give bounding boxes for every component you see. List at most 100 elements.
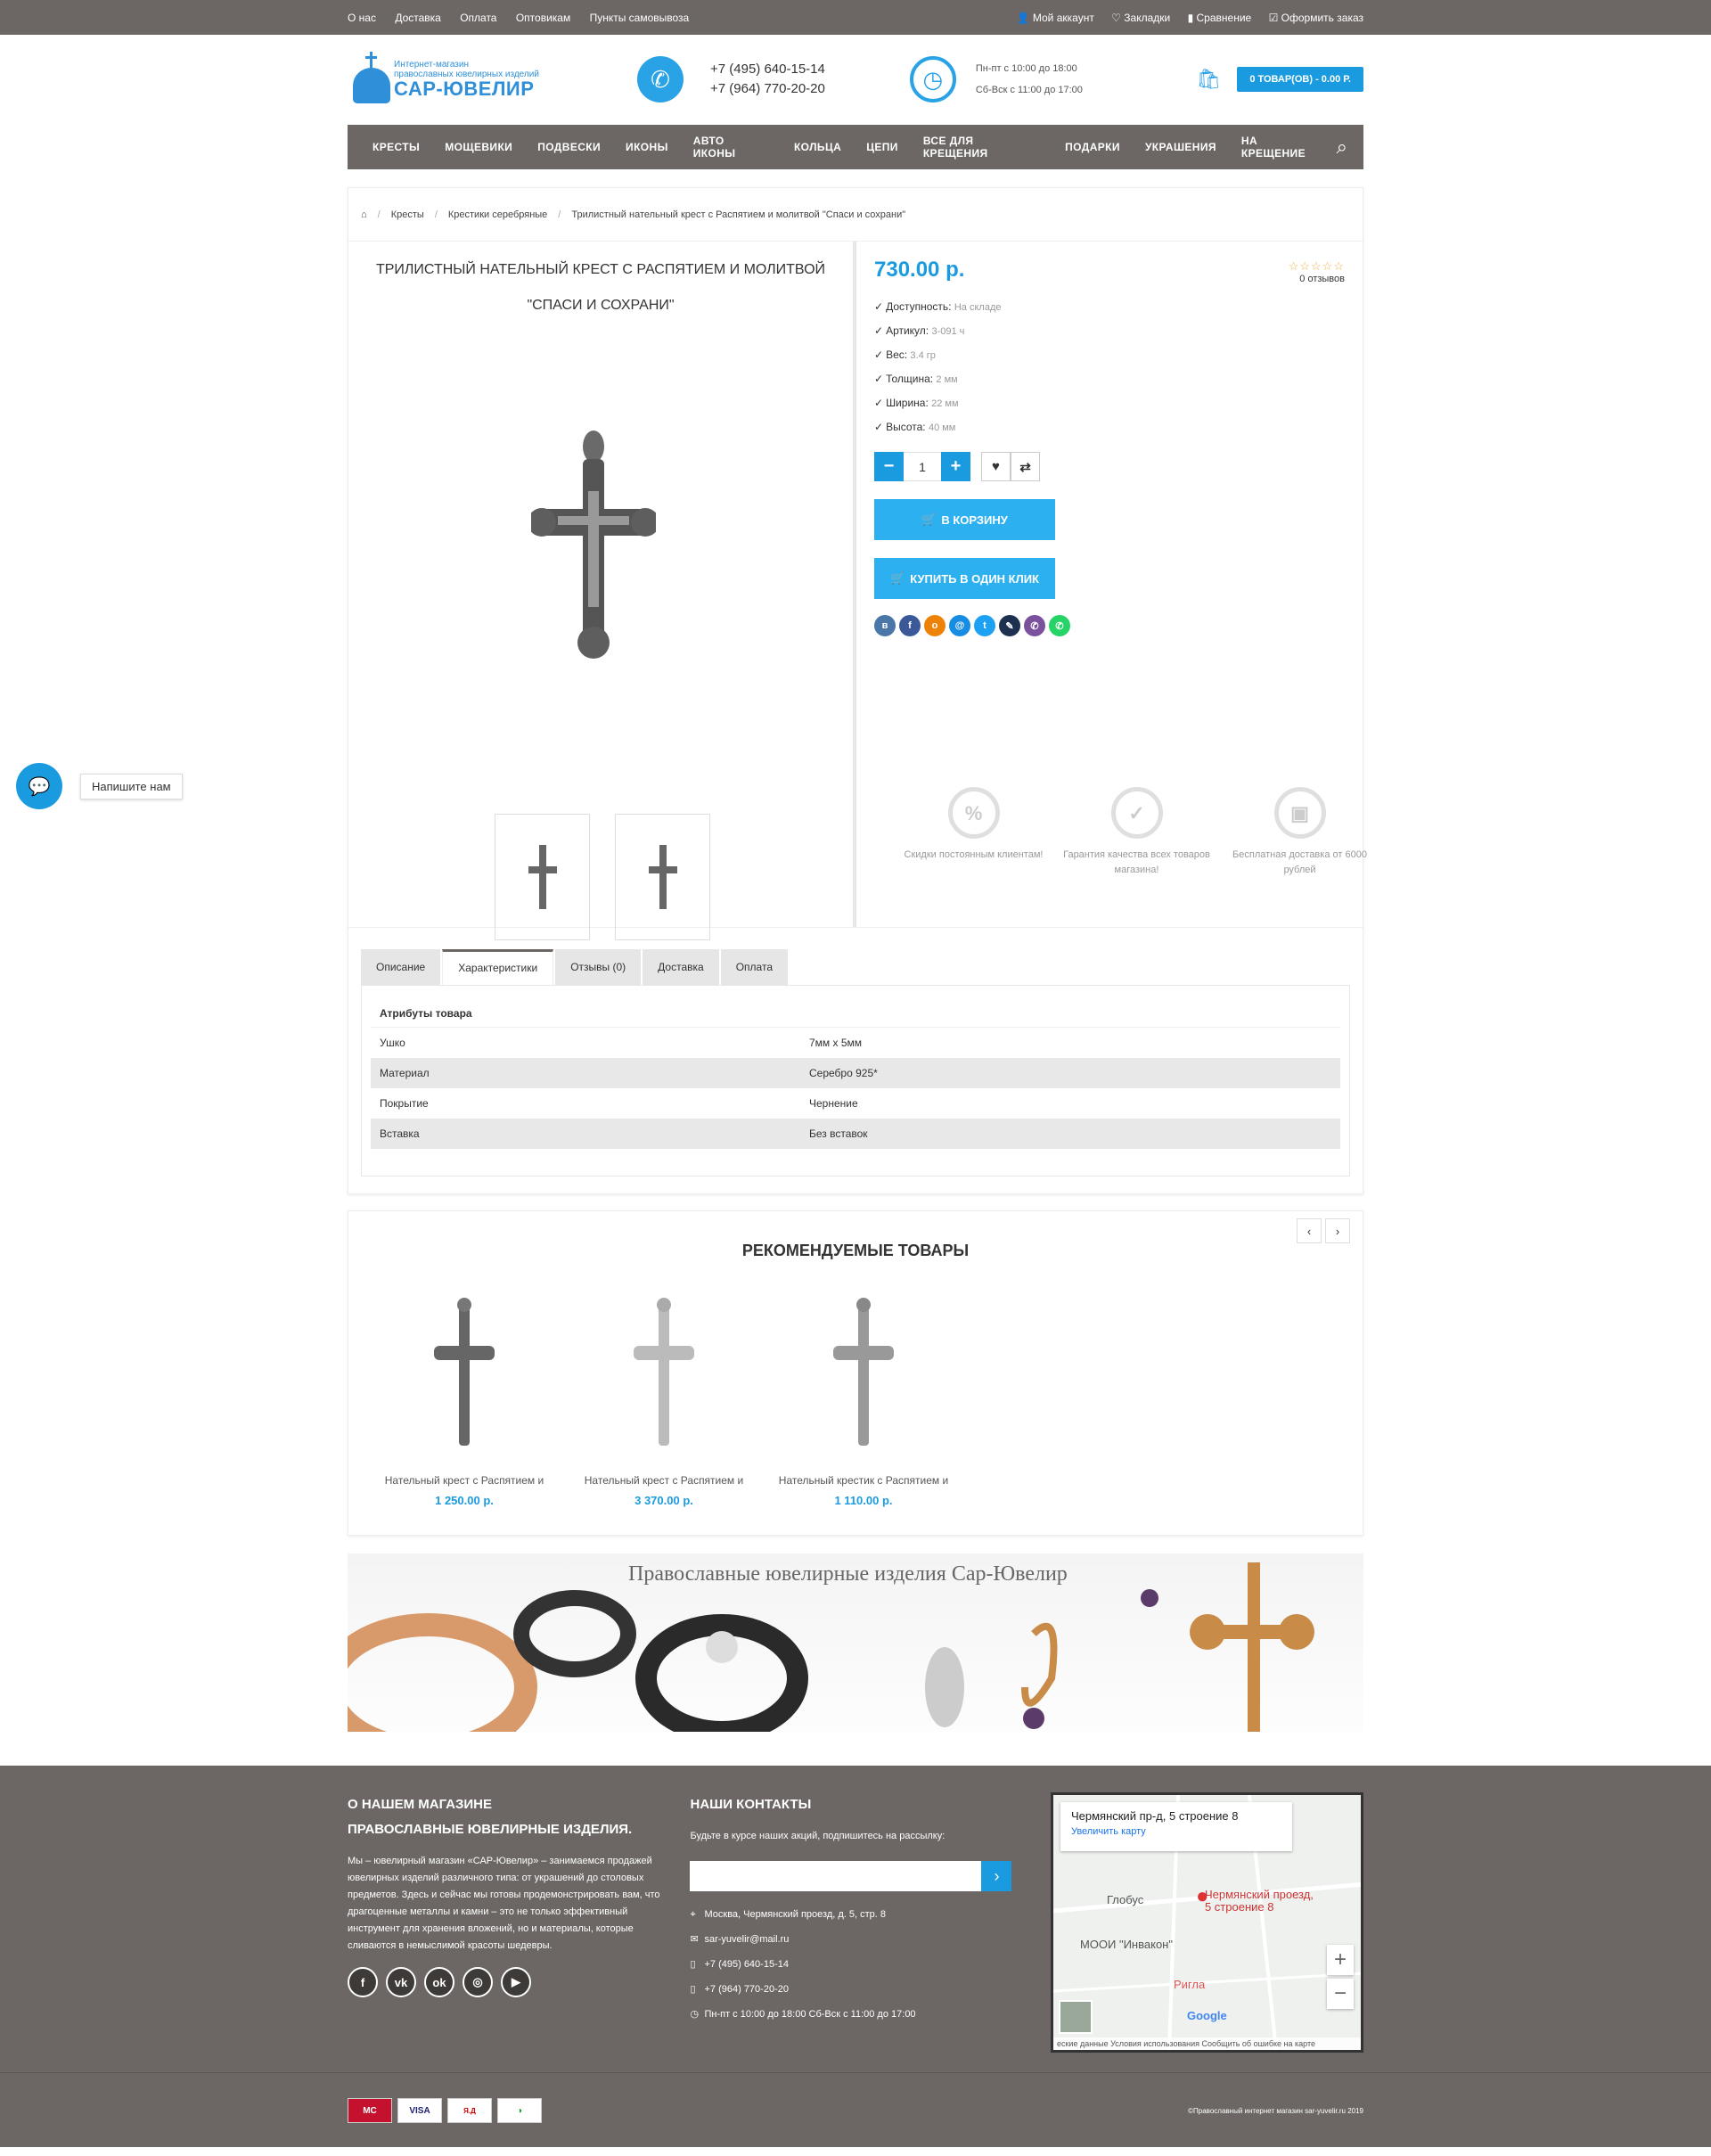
mailru-icon[interactable]: @ bbox=[949, 615, 970, 636]
livejournal-icon[interactable]: ✎ bbox=[999, 615, 1020, 636]
search-icon[interactable]: ⌕ bbox=[1337, 135, 1347, 159]
chevron-right-icon[interactable]: › bbox=[1325, 1218, 1350, 1243]
star-rating-icon[interactable]: ☆☆☆☆☆ bbox=[1289, 259, 1345, 274]
product-card-name[interactable]: Нательный крестик с Распятием и bbox=[774, 1474, 953, 1487]
vk-icon[interactable]: в bbox=[874, 615, 896, 636]
breadcrumb-crosses[interactable]: Кресты bbox=[391, 209, 424, 220]
promo-banner[interactable]: Православные ювелирные изделия Сар-Ювели… bbox=[348, 1553, 1363, 1732]
product-card[interactable]: Нательный крест с Распятием и 3 370.00 р… bbox=[575, 1285, 753, 1507]
vk-icon[interactable]: vk bbox=[386, 1967, 416, 1997]
logo[interactable]: Интернет-магазин православных ювелирных … bbox=[348, 52, 615, 107]
breadcrumb-silver-crosses[interactable]: Крестики серебряные bbox=[448, 209, 547, 220]
chat-label[interactable]: Напишите нам bbox=[80, 773, 183, 799]
newsletter-submit-button[interactable]: › bbox=[981, 1861, 1012, 1891]
tab-characteristics[interactable]: Характеристики bbox=[442, 949, 554, 985]
tab-delivery[interactable]: Доставка bbox=[643, 949, 719, 985]
menu-item-gifts[interactable]: ПОДАРКИ bbox=[1065, 141, 1120, 153]
account-link[interactable]: 👤 Мой аккаунт bbox=[1017, 12, 1094, 24]
top-link-about[interactable]: О нас bbox=[348, 12, 376, 24]
product-image[interactable] bbox=[531, 429, 656, 660]
buy-one-click-button[interactable]: 🛒 КУПИТЬ В ОДИН КЛИК bbox=[874, 558, 1055, 599]
product-card-name[interactable]: Нательный крест с Распятием и bbox=[575, 1474, 753, 1487]
product-specs: ✓ Доступность: На складе ✓ Артикул: 3-091 … bbox=[874, 295, 1345, 439]
cart-button[interactable]: 0 ТОВАР(ОВ) - 0.00 Р. bbox=[1237, 67, 1363, 92]
breadcrumb-current: Трилистный нательный крест с Распятием и… bbox=[571, 209, 906, 220]
footer-about-subheading: ПРАВОСЛАВНЫЕ ЮВЕЛИРНЫЕ ИЗДЕЛИЯ. bbox=[348, 1822, 633, 1837]
product-title: ТРИЛИСТНЫЙ НАТЕЛЬНЫЙ КРЕСТ С РАСПЯТИЕМ И… bbox=[375, 262, 826, 313]
thumbnail-2[interactable] bbox=[615, 814, 710, 940]
menu-item-baptism[interactable]: ВСЕ ДЛЯ КРЕЩЕНИЯ bbox=[923, 135, 1040, 160]
compare-link[interactable]: ▮ Сравнение bbox=[1188, 12, 1252, 24]
satellite-toggle[interactable] bbox=[1058, 2000, 1093, 2034]
product-card[interactable]: Нательный крестик с Распятием и 1 110.00… bbox=[774, 1285, 953, 1507]
tab-payment[interactable]: Оплата bbox=[720, 949, 788, 985]
mobile-icon: ▯ bbox=[690, 1959, 696, 1970]
spec-availability: ✓ Доступность: На складе bbox=[874, 300, 1002, 313]
menu-item-rings[interactable]: КОЛЬЦА bbox=[794, 141, 841, 153]
tab-reviews[interactable]: Отзывы (0) bbox=[555, 949, 642, 985]
qty-minus-button[interactable]: − bbox=[874, 452, 904, 481]
add-to-cart-button[interactable]: 🛒 В КОРЗИНУ bbox=[874, 499, 1055, 540]
odnoklassniki-icon[interactable]: ok bbox=[424, 1967, 454, 1997]
wishlist-button[interactable]: ♥ bbox=[981, 452, 1011, 481]
home-icon[interactable]: ⌂ bbox=[361, 209, 367, 220]
menu-item-crosses[interactable]: КРЕСТЫ bbox=[372, 141, 420, 153]
heart-icon: ♡ bbox=[1111, 11, 1121, 24]
perk-discount: % Скидки постоянным клиентам! bbox=[892, 787, 1055, 878]
menu-item-reliquaries[interactable]: МОЩЕВИКИ bbox=[445, 141, 512, 153]
map-label-mooi: МООИ "Инвакон" bbox=[1079, 1938, 1173, 1951]
menu-item-for-baptism[interactable]: НА КРЕЩЕНИЕ bbox=[1241, 135, 1324, 160]
top-link-payment[interactable]: Оплата bbox=[460, 12, 496, 24]
facebook-icon[interactable]: f bbox=[899, 615, 921, 636]
viber-icon[interactable]: ✆ bbox=[1024, 615, 1045, 636]
menu-item-auto-icons[interactable]: АВТО ИКОНЫ bbox=[693, 135, 769, 160]
yandex-money-icon: Я.Д bbox=[447, 2098, 492, 2123]
header-phone-1[interactable]: +7 (495) 640-15-14 bbox=[710, 60, 825, 79]
spec-weight: ✓ Вес: 3.4 гр bbox=[874, 348, 936, 361]
footer-phone-2[interactable]: ▯ +7 (964) 770-20-20 bbox=[690, 1977, 1032, 2002]
menu-item-jewelry[interactable]: УКРАШЕНИЯ bbox=[1145, 141, 1216, 153]
embedded-map[interactable]: Чермянский пр-д, 5 строение 8 Увеличить … bbox=[1050, 1792, 1364, 2053]
menu-item-pendants[interactable]: ПОДВЕСКИ bbox=[537, 141, 601, 153]
product-card-price: 3 370.00 р. bbox=[634, 1494, 693, 1507]
product-card[interactable]: Нательный крест с Распятием и 1 250.00 р… bbox=[375, 1285, 553, 1507]
facebook-icon[interactable]: f bbox=[348, 1967, 378, 1997]
quantity-input[interactable]: 1 bbox=[904, 452, 941, 481]
map-zoom-link[interactable]: Увеличить карту bbox=[1071, 1826, 1281, 1837]
chevron-left-icon[interactable]: ‹ bbox=[1297, 1218, 1322, 1243]
bookmarks-link[interactable]: ♡ Закладки bbox=[1111, 12, 1170, 24]
cross-thumb-icon bbox=[528, 845, 557, 909]
bar-chart-icon: ▮ bbox=[1187, 11, 1194, 24]
compare-button[interactable]: ⇄ bbox=[1011, 452, 1040, 481]
product-card-price: 1 250.00 р. bbox=[435, 1494, 494, 1507]
zoom-out-button[interactable]: − bbox=[1327, 1979, 1355, 2009]
chat-bubble-icon[interactable]: 💬 bbox=[16, 763, 62, 809]
twitter-icon[interactable]: t bbox=[974, 615, 995, 636]
checkout-link[interactable]: ☑ Оформить заказ bbox=[1269, 12, 1363, 24]
top-link-wholesale[interactable]: Оптовикам bbox=[516, 12, 570, 24]
zoom-in-button[interactable]: + bbox=[1327, 1945, 1355, 1975]
header-phone-2[interactable]: +7 (964) 770-20-20 bbox=[710, 79, 825, 99]
whatsapp-icon[interactable]: ✆ bbox=[1049, 615, 1070, 636]
tab-description[interactable]: Описание bbox=[361, 949, 441, 985]
breadcrumb: ⌂ / Кресты / Крестики серебряные / Трили… bbox=[348, 188, 1363, 242]
top-link-delivery[interactable]: Доставка bbox=[395, 12, 441, 24]
chat-widget[interactable]: 💬 Напишите нам bbox=[16, 763, 183, 809]
menu-item-icons[interactable]: ИКОНЫ bbox=[626, 141, 668, 153]
instagram-icon[interactable]: ◎ bbox=[463, 1967, 493, 1997]
top-link-pickup[interactable]: Пункты самовывоза bbox=[590, 12, 690, 24]
reviews-count[interactable]: 0 отзывов bbox=[1289, 274, 1345, 284]
qty-plus-button[interactable]: + bbox=[941, 452, 970, 481]
map-footer-text[interactable]: еские данные Условия использования Сообщ… bbox=[1052, 2037, 1362, 2050]
odnoklassniki-icon[interactable]: о bbox=[924, 615, 946, 636]
footer-phone-1[interactable]: ▯ +7 (495) 640-15-14 bbox=[690, 1952, 1032, 1977]
shopping-bag-icon[interactable]: 🛍 bbox=[1196, 68, 1221, 91]
table-row: Материал Серебро 925* bbox=[371, 1058, 1340, 1088]
newsletter-email-input[interactable] bbox=[690, 1861, 982, 1891]
product-card-name[interactable]: Нательный крест с Распятием и bbox=[375, 1474, 553, 1487]
youtube-icon[interactable]: ▶ bbox=[501, 1967, 531, 1997]
footer-email[interactable]: ✉ sar-yuvelir@mail.ru bbox=[690, 1927, 1032, 1952]
thumbnail-1[interactable] bbox=[495, 814, 590, 940]
map-pin-icon[interactable]: ● bbox=[1196, 1884, 1209, 1909]
menu-item-chains[interactable]: ЦЕПИ bbox=[866, 141, 898, 153]
